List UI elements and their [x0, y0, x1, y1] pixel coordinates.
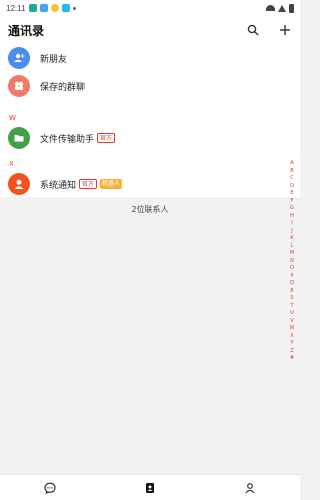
folder-icon	[8, 127, 30, 149]
index-letter[interactable]: D	[290, 183, 294, 191]
chat-icon[interactable]	[43, 481, 57, 495]
signal-icon	[278, 4, 286, 12]
saved-groups-item[interactable]: 保存的群聊	[0, 72, 300, 100]
contacts-list: 新朋友 保存的群聊 W 文件传输助手 官方 X 系统通知 官方 机器人	[0, 44, 300, 197]
official-badge: 官方	[79, 179, 98, 189]
page-title: 通讯录	[8, 23, 45, 38]
index-letter[interactable]: J	[291, 228, 292, 236]
group-icon	[8, 75, 30, 97]
search-icon[interactable]	[246, 23, 260, 37]
app-icon-blue2	[62, 4, 71, 12]
contact-count: 2位联系人	[131, 205, 169, 214]
saved-groups-label: 保存的群聊	[40, 82, 86, 93]
bottom-nav	[0, 474, 300, 500]
index-letter[interactable]: W	[290, 325, 295, 333]
dot-icon	[73, 6, 77, 10]
index-letter[interactable]: L	[291, 243, 294, 251]
section-letter-x: X	[9, 160, 14, 168]
index-letter[interactable]: M	[290, 250, 294, 258]
index-letter[interactable]: A	[290, 160, 293, 168]
status-time: 12:11	[6, 3, 26, 13]
header-actions	[246, 23, 292, 37]
wifi-icon	[266, 5, 275, 11]
index-letter[interactable]: R	[290, 288, 293, 296]
new-friends-label: 新朋友	[40, 54, 68, 65]
alphabet-index[interactable]: A B C D E F G H I J K L M N O P Q R S T U V W X Y Z #	[288, 160, 296, 363]
index-letter[interactable]: E	[290, 190, 293, 198]
status-bar: 12:11	[0, 0, 300, 16]
bot-badge: 机器人	[100, 179, 123, 189]
index-letter[interactable]: Y	[290, 340, 293, 348]
section-letter-w: W	[9, 114, 16, 122]
index-letter[interactable]: X	[290, 333, 293, 341]
index-letter[interactable]: N	[290, 258, 294, 266]
index-letter[interactable]: S	[290, 295, 293, 303]
index-letter[interactable]: Z	[290, 348, 293, 356]
app-icon-yellow	[51, 4, 60, 12]
battery-icon	[289, 3, 294, 13]
index-letter[interactable]: V	[290, 318, 293, 326]
file-transfer-contact[interactable]: 文件传输助手 官方	[0, 124, 300, 152]
person-outline-icon[interactable]	[243, 481, 257, 495]
file-transfer-label: 文件传输助手	[40, 134, 95, 145]
index-letter[interactable]: Q	[290, 280, 294, 288]
contacts-icon[interactable]	[143, 481, 157, 495]
plus-icon[interactable]	[278, 23, 292, 37]
new-friends-item[interactable]: 新朋友	[0, 44, 300, 72]
index-letter[interactable]: O	[290, 265, 294, 273]
index-letter[interactable]: B	[290, 168, 293, 176]
system-notice-contact[interactable]: 系统通知 官方 机器人	[0, 170, 300, 198]
app-header: 通讯录	[0, 16, 300, 44]
official-badge: 官方	[97, 133, 116, 143]
system-notice-label: 系统通知	[40, 180, 77, 191]
app-icon-teal	[29, 4, 38, 12]
index-letter[interactable]: U	[290, 310, 294, 318]
app-icon-blue	[40, 4, 49, 12]
index-letter[interactable]: #	[290, 355, 294, 363]
index-letter[interactable]: T	[290, 303, 293, 311]
status-right-group	[266, 3, 294, 13]
index-letter[interactable]: K	[290, 235, 293, 243]
person-add-icon	[8, 47, 30, 69]
person-icon	[8, 173, 30, 195]
index-letter[interactable]: P	[290, 273, 293, 281]
index-letter[interactable]: C	[290, 175, 294, 183]
